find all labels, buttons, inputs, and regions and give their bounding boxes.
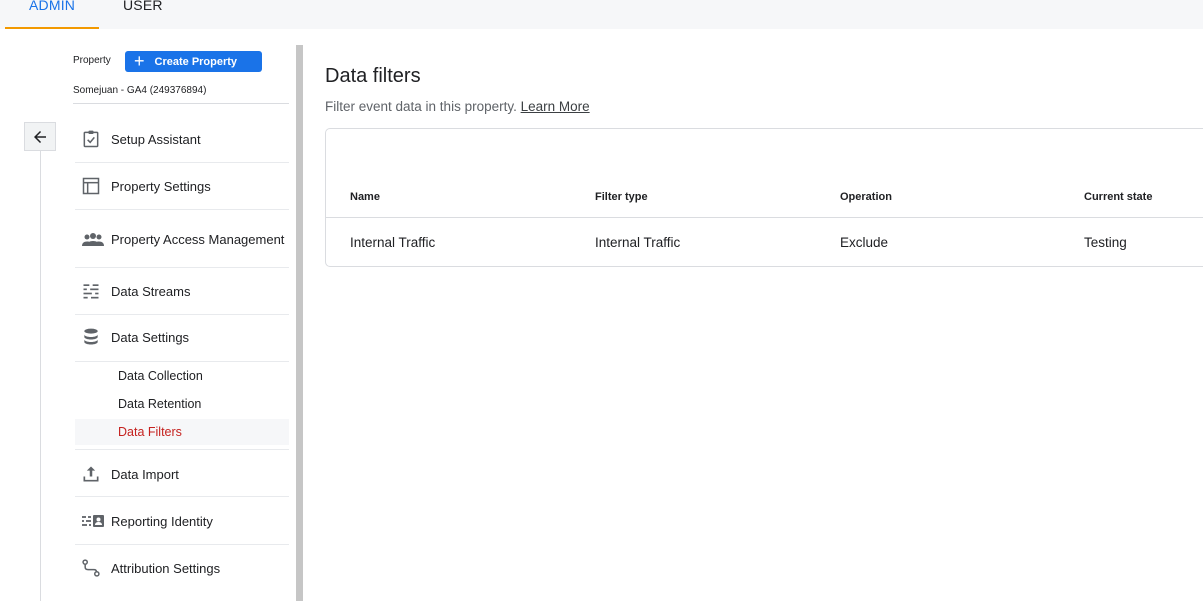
nav-divider	[75, 162, 289, 163]
nav-divider	[75, 267, 289, 268]
back-button[interactable]	[24, 122, 56, 151]
layout-panel-icon	[75, 176, 111, 196]
nav-divider	[75, 314, 289, 315]
streams-icon	[75, 281, 111, 301]
nav-item-label: Data Import	[111, 466, 179, 482]
property-divider	[73, 103, 289, 104]
nav-item-reporting-identity[interactable]: Reporting Identity	[75, 508, 289, 534]
nav-item-label: Setup Assistant	[111, 131, 201, 147]
nav-divider	[75, 209, 289, 210]
upload-icon	[75, 464, 111, 484]
table-row[interactable]	[326, 218, 1203, 267]
plus-icon: +	[134, 50, 145, 71]
nav-item-property-settings[interactable]: Property Settings	[75, 173, 289, 199]
property-label: Property	[73, 55, 111, 66]
attribution-path-icon	[75, 558, 111, 578]
identity-card-icon	[75, 513, 111, 529]
sub-item-data-filters[interactable]: Data Filters	[75, 419, 289, 445]
nav-item-data-streams[interactable]: Data Streams	[75, 278, 289, 304]
learn-more-link[interactable]: Learn More	[521, 99, 590, 114]
people-icon	[75, 232, 111, 248]
checkbox-clipboard-icon	[75, 129, 111, 149]
cell-filter-type: Internal Traffic	[595, 235, 681, 250]
active-tab-indicator	[5, 27, 99, 29]
nav-item-label: Reporting Identity	[111, 513, 213, 529]
nav-item-label: Property Access Management	[111, 232, 285, 247]
panel-splitter[interactable]	[296, 45, 303, 601]
sub-item-data-collection[interactable]: Data Collection	[75, 363, 289, 389]
tab-user[interactable]: USER	[123, 0, 163, 13]
property-selector[interactable]: Somejuan - GA4 (249376894)	[73, 85, 206, 96]
page-title: Data filters	[325, 65, 421, 87]
database-icon	[75, 327, 111, 347]
nav-divider	[75, 544, 289, 545]
nav-item-attribution-settings[interactable]: Attribution Settings	[75, 555, 289, 581]
nav-item-data-import[interactable]: Data Import	[75, 461, 289, 487]
nav-item-label: Data Streams	[111, 283, 191, 299]
column-header-current-state[interactable]: Current state	[1084, 191, 1152, 203]
cell-name[interactable]: Internal Traffic	[350, 235, 435, 250]
column-header-filter-type[interactable]: Filter type	[595, 191, 648, 203]
create-property-label: Create Property	[154, 55, 238, 68]
column-header-name[interactable]: Name	[350, 191, 380, 203]
description-text: Filter event data in this property.	[325, 99, 517, 114]
cell-operation: Exclude	[840, 235, 889, 250]
nav-item-label: Attribution Settings	[111, 560, 221, 576]
nav-divider	[75, 449, 289, 450]
top-tab-bar: ADMIN USER	[0, 0, 1203, 29]
data-filters-table: Name Filter type Operation Current state…	[325, 128, 1203, 267]
column-header-operation[interactable]: Operation	[840, 191, 892, 203]
nav-divider	[75, 496, 289, 497]
cell-current-state: Testing	[1084, 235, 1127, 250]
create-property-button[interactable]: + Create Property	[125, 51, 262, 72]
arrow-back-icon	[34, 130, 46, 143]
nav-item-property-access-management[interactable]: Property Access Management	[75, 224, 289, 255]
page-description: Filter event data in this property. Lear…	[325, 99, 590, 114]
nav-vertical-line	[40, 148, 41, 601]
nav-item-data-settings[interactable]: Data Settings	[75, 324, 289, 350]
nav-divider	[75, 361, 289, 362]
sub-item-data-retention[interactable]: Data Retention	[75, 391, 289, 417]
nav-item-label: Property Settings	[111, 178, 211, 194]
tab-admin[interactable]: ADMIN	[29, 0, 75, 13]
nav-item-setup-assistant[interactable]: Setup Assistant	[75, 126, 289, 152]
nav-item-label: Data Settings	[111, 329, 190, 345]
